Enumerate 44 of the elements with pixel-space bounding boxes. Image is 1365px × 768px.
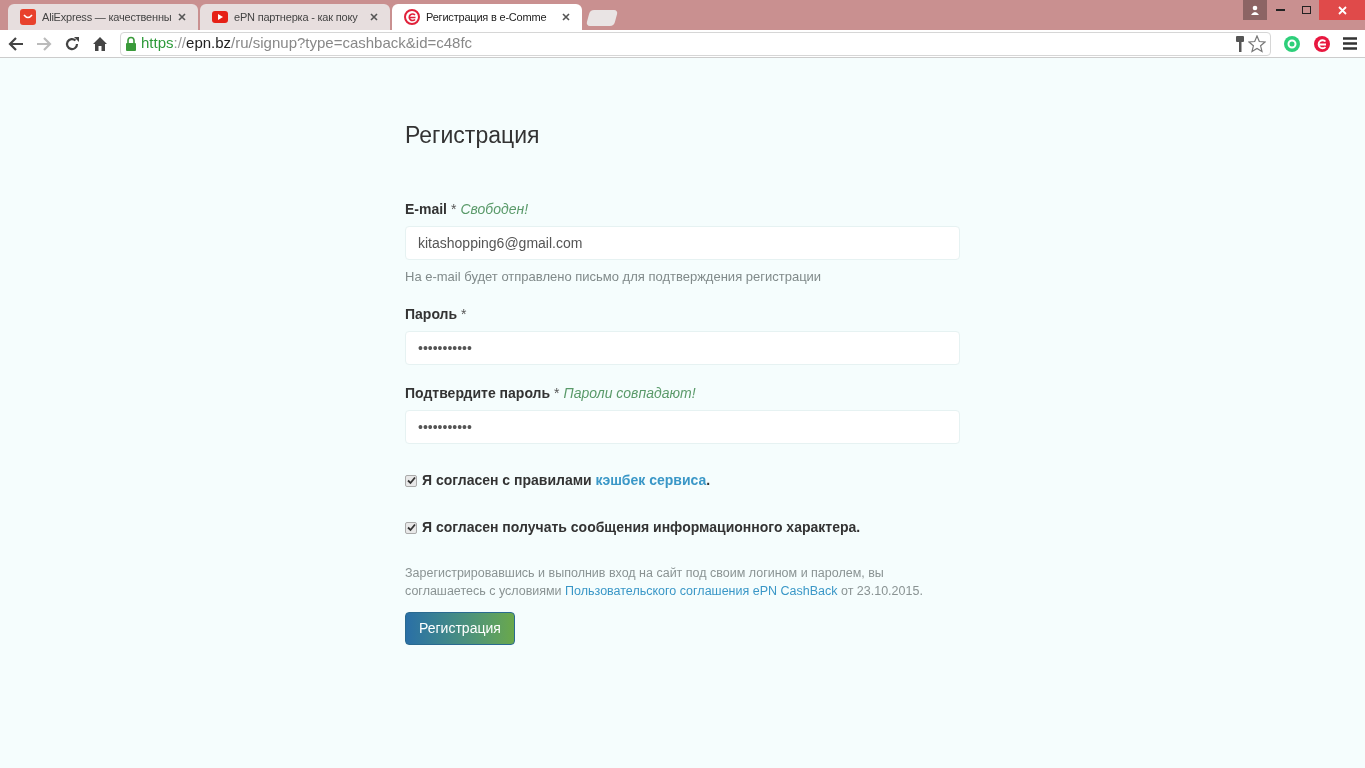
tab-title: AliExpress — качественны bbox=[42, 9, 172, 25]
field-status: Пароли совпадают! bbox=[563, 384, 696, 403]
help-text: На e-mail будет отправлено письмо для подтверждения регистрации bbox=[405, 267, 823, 286]
close-icon[interactable] bbox=[370, 13, 378, 21]
menu-icon[interactable] bbox=[1343, 37, 1357, 50]
play-icon bbox=[212, 11, 228, 23]
checkbox[interactable] bbox=[405, 474, 417, 487]
tab-title: ePN партнерка - как поку bbox=[234, 9, 359, 25]
input-field[interactable]: kitashopping6@gmail.com bbox=[405, 225, 960, 260]
terms-note: Зарегистрировавшись и выполнив вход на сайт под своим логином и паролем, вы соглашаетесь с условиями Пользовательского соглашения ePN CashBack от 23.10.2015. bbox=[405, 565, 924, 600]
tab-title: Регистрация в e-Comme bbox=[426, 9, 548, 25]
field-status: Свободен! bbox=[460, 199, 529, 219]
profile-icon[interactable] bbox=[1243, 0, 1267, 20]
key-icon[interactable] bbox=[1236, 35, 1244, 52]
close-icon[interactable] bbox=[562, 13, 570, 21]
input-field[interactable]: ••••••••••• bbox=[405, 410, 960, 444]
field-label: Пароль bbox=[405, 305, 458, 324]
close-icon bbox=[1337, 5, 1347, 15]
address-bar[interactable]: https://epn.bz/ru/signup?type=cashback&id=c48fc bbox=[120, 31, 1271, 56]
register-button[interactable]: Регистрация bbox=[405, 612, 515, 645]
close-icon[interactable] bbox=[178, 13, 186, 21]
browser-tab[interactable]: Регистрация в e-Comme bbox=[392, 4, 582, 30]
e-logo-icon bbox=[404, 9, 420, 25]
agreement-text: Я согласен с правилами кэшбек сервиса. bbox=[422, 471, 711, 490]
agreement-text: Я согласен получать сообщения информационного характера. bbox=[422, 518, 861, 537]
bag-icon bbox=[20, 9, 36, 25]
e-logo-icon[interactable] bbox=[1313, 34, 1331, 53]
home-icon[interactable] bbox=[92, 36, 108, 51]
browser-tab[interactable]: ePN партнерка - как поку bbox=[200, 4, 390, 30]
required-mark: * bbox=[451, 199, 457, 219]
input-field[interactable]: ••••••••••• bbox=[405, 331, 960, 365]
field-label: E-mail bbox=[405, 199, 447, 219]
reload-icon[interactable] bbox=[64, 35, 80, 52]
lock-icon bbox=[125, 36, 137, 51]
page-title: Регистрация bbox=[405, 121, 541, 150]
required-mark: * bbox=[461, 305, 467, 324]
star-icon[interactable] bbox=[1248, 34, 1266, 53]
back-icon[interactable] bbox=[8, 36, 24, 51]
required-mark: * bbox=[554, 384, 560, 403]
field-label: Подтвердите пароль bbox=[405, 384, 551, 403]
browser-tab[interactable]: AliExpress — качественны bbox=[8, 4, 198, 30]
checkbox[interactable] bbox=[405, 521, 417, 534]
close-window-button[interactable] bbox=[1319, 0, 1365, 20]
url-text: https://epn.bz/ru/signup?type=cashback&id=c48fc bbox=[141, 33, 474, 54]
